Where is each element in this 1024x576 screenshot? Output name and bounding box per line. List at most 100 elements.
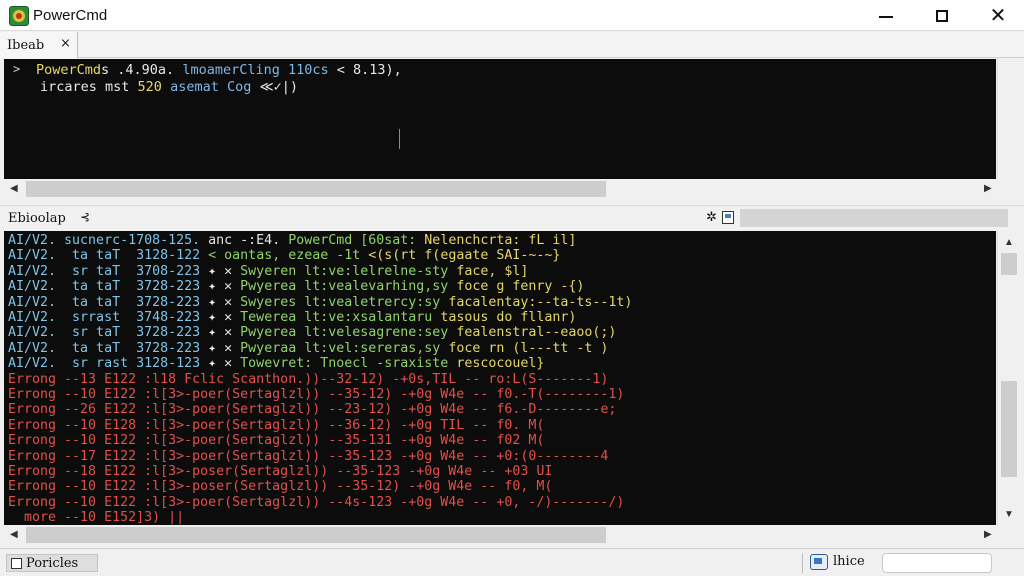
console-line: ircares mst 520 asemat Cog ≪✓|) (40, 79, 298, 95)
log-segment: ✦ ✕ (200, 340, 241, 356)
log-segment: < oantas, ezeae -1t (208, 248, 369, 264)
log-segment: <(s(rt f(egaate SAI-~-~} (368, 248, 561, 264)
log-segment: Pwyeraa lt:vel:sereras,sy (240, 340, 449, 356)
minimize-button[interactable] (860, 0, 912, 31)
panel-title: Ebioolap (8, 211, 66, 226)
log-segment: Towevret: Tnoecl -sraxiste (240, 356, 457, 372)
log-segment: AI/V2. ta taT 3728-223 (8, 340, 201, 356)
console-segment: ≪✓|) (251, 79, 298, 95)
log-line: AI/V2. ta taT 3728-223 ✦ ✕ Pwyeraa lt:ve… (8, 341, 608, 356)
log-line: Errong --10 E122 :l[3>-poer(Sertaglzl)) … (8, 387, 624, 402)
log-line: Errong --10 E122 :l[3>-poser(Sertaglzl))… (8, 479, 552, 494)
text-cursor (399, 129, 400, 149)
scroll-left-icon[interactable]: ◀ (10, 183, 18, 194)
console-segment: PowerCmd (36, 62, 102, 78)
log-segment: foce rn (l---tt -t ) (448, 340, 609, 356)
powercmd-app-icon (9, 6, 29, 26)
window-title: PowerCmd (33, 7, 108, 24)
command-console[interactable]: > PowerCmds .4.90a. lmoamerCling 110cs <… (4, 59, 996, 179)
log-line: AI/V2. ta taT 3128-122 < oantas, ezeae -… (8, 248, 560, 263)
log-segment: Errong --10 E122 :l[3>-poer(Sertaglzl)) … (8, 433, 545, 449)
scroll-thumb[interactable] (1001, 253, 1017, 275)
log-line: AI/V2. ta taT 3728-223 ✦ ✕ Swyeres lt:ve… (8, 295, 632, 310)
scroll-thumb[interactable] (26, 527, 606, 543)
console-segment: s .4.90a. (101, 62, 175, 78)
log-segment: AI/V2. ta taT 3728-223 (8, 279, 201, 295)
pin-icon[interactable]: ⊰ (80, 210, 90, 224)
scroll-left-icon[interactable]: ◀ (10, 529, 18, 540)
log-segment: Errong --10 E122 :l[3>-poer(Sertaglzl)) … (8, 494, 625, 510)
status-left-label: Poricles (26, 556, 79, 571)
log-horizontal-scrollbar[interactable]: ◀ ▶ (4, 525, 996, 545)
log-segment: AI/V2. ta taT 3128-122 (8, 248, 201, 264)
status-input-field[interactable] (882, 553, 992, 573)
maximize-icon (936, 9, 948, 22)
log-segment: AI/V2. sr rast 3128-123 (8, 356, 201, 372)
close-button[interactable]: ✕ (972, 0, 1024, 31)
log-segment: AI/V2. sr taT 3728-223 (8, 325, 201, 341)
log-line: AI/V2. srrast 3748-223 ✦ ✕ Tewerea lt:ve… (8, 310, 576, 325)
checkbox-icon[interactable] (11, 558, 22, 569)
tab-close-icon[interactable]: × (60, 36, 71, 51)
log-line: Errong --26 E122 :l[3>-poer(Sertaglzl)) … (8, 402, 616, 417)
log-line: Errong --10 E122 :l[3>-poer(Sertaglzl)) … (8, 495, 624, 510)
filter-field[interactable] (740, 209, 1008, 227)
log-vertical-scrollbar[interactable]: ▲ ▼ (997, 231, 1019, 525)
console-horizontal-scrollbar[interactable]: ◀ ▶ (4, 179, 996, 199)
scroll-right-icon[interactable]: ▶ (984, 183, 992, 194)
log-segment: Errong --26 E122 :l[3>-poer(Sertaglzl)) … (8, 402, 617, 418)
log-segment: ✦ ✕ (200, 263, 241, 279)
maximize-button[interactable] (916, 0, 968, 31)
log-segment: ✦ ✕ (200, 294, 241, 310)
console-segment: asemat Cog (161, 79, 252, 95)
status-indicator-icon[interactable] (810, 554, 828, 570)
console-line: PowerCmds .4.90a. lmoamerCling 110cs < 8… (36, 62, 402, 78)
log-line: Errong --13 E122 :l18 Fclic Scanthon.))-… (8, 372, 608, 387)
log-segment: AI/V2. ta taT 3728-223 (8, 294, 201, 310)
log-segment: tasous do fllanr) (440, 310, 577, 325)
console-segment: < 8.13), (328, 62, 402, 78)
title-bar: PowerCmd ✕ (0, 0, 1024, 31)
console-vertical-scrollbar[interactable] (997, 59, 1019, 179)
log-segment: ✦ ✕ (200, 325, 241, 341)
log-line: AI/V2. sucnerc-1708-125. anc -:E4. Power… (8, 233, 576, 248)
log-line: Errong --10 E122 :l[3>-poer(Sertaglzl)) … (8, 433, 544, 448)
log-line: Errong --10 E128 :l[3>-poer(Sertaglzl)) … (8, 418, 544, 433)
log-segment: foce g fenry -{) (456, 279, 585, 295)
log-segment: Errong --10 E122 :l[3>-poser(Sertaglzl))… (8, 479, 553, 495)
scroll-up-icon[interactable]: ▲ (1004, 237, 1014, 248)
scroll-down-icon[interactable]: ▼ (1004, 509, 1014, 520)
log-segment: AI/V2. sucnerc-1708-125. (8, 233, 201, 248)
log-line: AI/V2. sr rast 3128-123 ✦ ✕ Towevret: Tn… (8, 356, 544, 371)
status-bar: Poricles lhice (0, 548, 1024, 576)
scroll-right-icon[interactable]: ▶ (984, 529, 992, 540)
window-stack-icon[interactable] (722, 211, 734, 224)
gear-icon[interactable]: ✲ (706, 209, 717, 225)
output-panel-header: Ebioolap ⊰ ✲ (0, 205, 1024, 230)
log-line: more --10 E152]3) || (8, 510, 184, 525)
log-segment: AI/V2. srrast 3748-223 (8, 310, 201, 325)
log-segment: facalentay:--ta-ts--1t) (448, 294, 633, 310)
log-segment: Errong --17 E122 :l[3>-poer(Sertaglzl)) … (8, 448, 609, 464)
log-output[interactable]: AI/V2. sucnerc-1708-125. anc -:E4. Power… (4, 231, 996, 525)
log-segment: PowerCmd [60sat: (280, 233, 417, 248)
log-segment: ✦ ✕ (200, 356, 241, 372)
scroll-thumb[interactable] (1001, 381, 1017, 477)
log-segment (200, 248, 208, 263)
log-segment: Pwyerea lt:vealevarhing,sy (240, 279, 457, 295)
log-segment: face, $l] (456, 263, 529, 279)
scroll-thumb[interactable] (26, 181, 606, 197)
log-segment: Pwyerea lt:velesagrene:sey (240, 325, 457, 341)
console-segment: 520 (137, 79, 162, 95)
log-segment: Nelenchcrta: fL il] (416, 233, 577, 248)
log-line: AI/V2. sr taT 3708-223 ✦ ✕ Swyeren lt:ve… (8, 264, 528, 279)
log-segment: Errong --18 E122 :l[3>-poser(Sertaglzl))… (8, 464, 553, 479)
status-panel-toggle[interactable]: Poricles (6, 554, 98, 572)
prompt-glyph: > (13, 62, 21, 76)
tab-ibeab[interactable]: Ibeab × (0, 32, 78, 58)
tab-label: Ibeab (7, 37, 45, 53)
log-segment: Errong --10 E122 :l[3>-poer(Sertaglzl)) … (8, 387, 625, 402)
log-line: Errong --17 E122 :l[3>-poer(Sertaglzl)) … (8, 449, 608, 464)
log-segment: ✦ ✕ (200, 279, 241, 295)
divider (802, 553, 803, 573)
